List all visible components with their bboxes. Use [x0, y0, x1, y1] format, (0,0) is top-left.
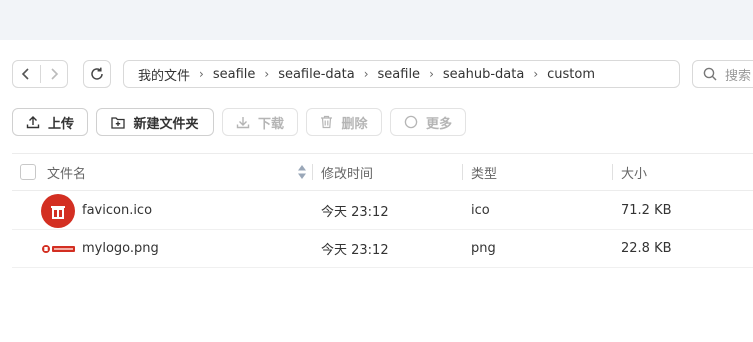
search-placeholder: 搜索	[725, 68, 752, 84]
file-thumbnail	[41, 230, 77, 267]
forward-button[interactable]	[41, 61, 68, 87]
file-modified: 今天 23:12	[321, 243, 389, 258]
file-size: 71.2 KB	[621, 203, 672, 218]
chevron-right-icon: ›	[363, 67, 369, 81]
chevron-right-icon: ›	[429, 67, 434, 81]
header-type[interactable]: 类型	[471, 154, 497, 190]
refresh-icon	[91, 67, 103, 80]
chevron-left-icon	[22, 68, 29, 80]
breadcrumb-item[interactable]: seafile	[213, 67, 256, 82]
more-icon	[404, 115, 418, 129]
header-size[interactable]: 大小	[621, 154, 647, 190]
back-button[interactable]	[13, 61, 40, 87]
upload-icon	[26, 115, 40, 129]
chevron-right-icon: ›	[533, 67, 539, 81]
header-name[interactable]: 文件名	[47, 154, 86, 190]
delete-label: 删除	[341, 116, 368, 132]
download-label: 下载	[257, 116, 284, 132]
more-label: 更多	[425, 116, 452, 132]
download-icon	[236, 115, 250, 129]
file-type: png	[471, 241, 496, 256]
favicon-thumbnail-icon	[41, 193, 75, 228]
folder-plus-icon	[111, 116, 126, 129]
file-name-link[interactable]: mylogo.png	[82, 230, 159, 267]
file-name-link[interactable]: favicon.ico	[82, 192, 152, 229]
upload-button[interactable]: 上传	[12, 108, 88, 136]
breadcrumb-item-current[interactable]: custom	[547, 67, 595, 82]
chevron-right-icon: ›	[199, 67, 204, 81]
new-folder-label: 新建文件夹	[133, 116, 199, 132]
delete-button[interactable]: 删除	[306, 108, 382, 136]
file-modified: 今天 23:12	[321, 205, 389, 220]
sort-icon[interactable]	[297, 164, 307, 180]
select-all-checkbox[interactable]	[20, 164, 36, 180]
download-button[interactable]: 下载	[222, 108, 298, 136]
breadcrumb-item[interactable]: seafile	[378, 67, 421, 82]
upload-label: 上传	[47, 116, 74, 132]
more-button[interactable]: 更多	[390, 108, 466, 136]
search-input[interactable]: 搜索	[692, 60, 753, 88]
breadcrumb: 我的文件 › seafile › seafile-data › seafile …	[123, 60, 680, 88]
table-row[interactable]: favicon.ico 今天 23:12 ico 71.2 KB	[12, 192, 753, 230]
file-thumbnail	[41, 192, 75, 229]
new-folder-button[interactable]: 新建文件夹	[96, 108, 214, 136]
breadcrumb-item[interactable]: seahub-data	[443, 67, 524, 82]
chevron-right-icon	[51, 68, 58, 80]
table-header: 文件名 修改时间 类型 大小	[12, 153, 753, 191]
chevron-right-icon: ›	[264, 67, 270, 81]
file-size: 22.8 KB	[621, 241, 672, 256]
trash-icon	[320, 115, 333, 129]
column-divider[interactable]	[312, 164, 313, 180]
breadcrumb-item[interactable]: seafile-data	[278, 67, 355, 82]
logo-thumbnail-icon	[41, 243, 77, 255]
column-divider[interactable]	[462, 164, 463, 180]
table-row[interactable]: mylogo.png 今天 23:12 png 22.8 KB	[12, 230, 753, 268]
history-nav	[12, 60, 68, 88]
refresh-button[interactable]	[83, 60, 111, 88]
column-divider[interactable]	[612, 164, 613, 180]
search-icon	[703, 67, 717, 81]
top-bar	[0, 0, 753, 40]
header-modified[interactable]: 修改时间	[321, 154, 373, 190]
breadcrumb-item-home[interactable]: 我的文件	[138, 65, 190, 84]
file-type: ico	[471, 203, 490, 218]
